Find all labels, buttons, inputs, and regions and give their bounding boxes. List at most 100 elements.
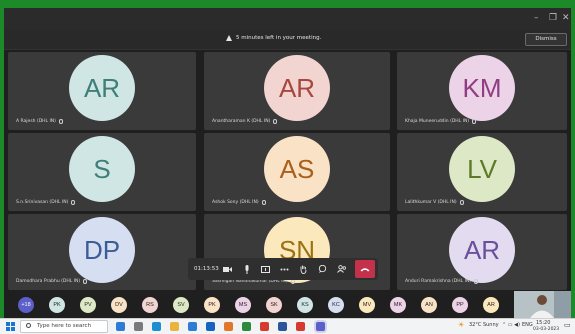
search-icon xyxy=(26,323,31,328)
participant-name: Anantharaman K (DHL IN) xyxy=(212,119,278,124)
weather-sun-icon: ☀ xyxy=(458,321,465,329)
participant-name: S.n.Srinivasan (DHL IN) xyxy=(16,200,76,205)
participant-name-label: Anantharaman K (DHL IN) xyxy=(212,119,271,124)
participant-avatar: AR xyxy=(449,217,515,283)
share-screen-icon[interactable] xyxy=(256,258,275,280)
participant-name: Ashok Sony (DHL IN) xyxy=(212,200,266,205)
minimize-icon[interactable]: – xyxy=(534,13,539,23)
participant-chip[interactable]: KC xyxy=(328,297,344,313)
edge-icon[interactable] xyxy=(152,322,161,331)
participant-chip[interactable]: RS xyxy=(142,297,158,313)
weather-text: 32°C Sunny xyxy=(469,322,499,328)
participant-name-label: Ashok Sony (DHL IN) xyxy=(212,200,259,205)
hang-up-icon xyxy=(360,267,370,271)
participant-chip[interactable]: PV xyxy=(80,297,96,313)
participant-avatar: S xyxy=(69,136,135,202)
participant-name-label: Lalithkumar V (DHL IN) xyxy=(405,200,457,205)
chrome-icon[interactable] xyxy=(260,322,269,331)
participant-avatar: KM xyxy=(449,55,515,121)
dismiss-button[interactable]: Dismiss xyxy=(525,33,567,46)
clock-date[interactable]: 03-03-2023 xyxy=(533,327,559,332)
participant-name: A Rajesh (DHL IN) xyxy=(16,119,63,124)
chat-icon[interactable] xyxy=(313,258,332,280)
participant-chip[interactable]: PP xyxy=(452,297,468,313)
participant-name: Anduri Ramakrishna (DHL IN) xyxy=(405,279,479,284)
video-grid: AR A Rajesh (DHL IN) AR Anantharaman K (DHL… xyxy=(4,51,571,291)
more-options-icon[interactable] xyxy=(275,258,294,280)
participant-chip[interactable]: MK xyxy=(390,297,406,313)
participant-tile[interactable]: S S.n.Srinivasan (DHL IN) xyxy=(8,133,196,211)
notifications-icon[interactable]: ▭ xyxy=(564,321,571,329)
mic-muted-icon xyxy=(459,200,464,205)
warning-icon xyxy=(226,35,232,41)
taskbar-search-placeholder: Type here to search xyxy=(37,323,92,329)
close-icon[interactable]: ✕ xyxy=(562,13,570,23)
participant-chip[interactable]: PK xyxy=(204,297,220,313)
banner-message: 5 minutes left in your meeting. xyxy=(226,35,321,41)
meeting-timer: 01:13:53 xyxy=(194,266,219,272)
mic-muted-icon xyxy=(71,200,76,205)
teams-icon[interactable] xyxy=(316,322,325,331)
participant-chip[interactable]: AR xyxy=(483,297,499,313)
participant-strip: +18 PK PV DV RS SV PK MS SK KS KC MV MK AN PP AR xyxy=(4,291,571,318)
participant-name-label: S.n.Srinivasan (DHL IN) xyxy=(16,200,69,205)
participant-tile[interactable]: AR Anantharaman K (DHL IN) xyxy=(204,52,390,130)
participant-name: Khaja Muneeruddin (DHL IN) xyxy=(405,119,477,124)
mic-muted-icon xyxy=(58,119,63,124)
participant-name-label: Anduri Ramakrishna (DHL IN) xyxy=(405,279,472,284)
participant-name: Damodhara Prabhu (DHL IN) xyxy=(16,279,88,284)
participant-name: Lalithkumar V (DHL IN) xyxy=(405,200,464,205)
participant-avatar: LV xyxy=(449,136,515,202)
windows-start-icon[interactable] xyxy=(6,322,15,331)
excel-icon[interactable] xyxy=(242,322,251,331)
participant-avatar: AS xyxy=(264,136,330,202)
mic-muted-icon xyxy=(83,279,88,284)
participant-tile[interactable]: AR Anduri Ramakrishna (DHL IN) xyxy=(397,214,567,290)
meeting-controls: 01:13:53 xyxy=(188,258,378,280)
cortana-icon[interactable] xyxy=(116,322,125,331)
meeting-time-banner: 5 minutes left in your meeting. Dismiss xyxy=(4,30,571,50)
camera-icon[interactable] xyxy=(218,258,237,280)
file-explorer-icon[interactable] xyxy=(170,322,179,331)
teams-meeting-window: – ❐ ✕ 5 minutes left in your meeting. Di… xyxy=(4,8,571,318)
participant-avatar: AR xyxy=(69,55,135,121)
mic-icon[interactable] xyxy=(237,258,256,280)
participant-chip[interactable]: MS xyxy=(235,297,251,313)
participant-chip[interactable]: MV xyxy=(359,297,375,313)
mic-muted-icon xyxy=(472,119,477,124)
taskbar-search-input[interactable]: Type here to search xyxy=(20,320,108,333)
app-icon-orange[interactable] xyxy=(224,322,233,331)
self-video-preview xyxy=(514,291,571,318)
word-icon[interactable] xyxy=(278,322,287,331)
leave-call-button[interactable] xyxy=(355,260,375,278)
participant-tile[interactable]: AR A Rajesh (DHL IN) xyxy=(8,52,196,130)
mic-muted-icon xyxy=(261,200,266,205)
participant-chip[interactable]: AN xyxy=(421,297,437,313)
raise-hand-icon[interactable] xyxy=(294,258,313,280)
more-participants-chip[interactable]: +18 xyxy=(18,297,34,313)
participant-tile[interactable]: AS Ashok Sony (DHL IN) xyxy=(204,133,390,211)
participant-name-label: Damodhara Prabhu (DHL IN) xyxy=(16,279,81,284)
restore-icon[interactable]: ❐ xyxy=(549,13,557,23)
participant-name-label: Khaja Muneeruddin (DHL IN) xyxy=(405,119,470,124)
title-bar: – ❐ ✕ xyxy=(4,8,571,30)
participant-tile[interactable]: DP Damodhara Prabhu (DHL IN) xyxy=(8,214,196,290)
people-icon[interactable] xyxy=(332,258,351,280)
language-indicator[interactable]: ENG xyxy=(522,322,533,328)
participant-chip[interactable]: KS xyxy=(297,297,313,313)
participant-chip[interactable]: PK xyxy=(49,297,65,313)
store-icon[interactable] xyxy=(188,322,197,331)
participant-chip[interactable]: DV xyxy=(111,297,127,313)
participant-name-label: A Rajesh (DHL IN) xyxy=(16,119,56,124)
participant-tile[interactable]: KM Khaja Muneeruddin (DHL IN) xyxy=(397,52,567,130)
chrome-profile-icon[interactable] xyxy=(296,322,305,331)
task-view-icon[interactable] xyxy=(134,322,143,331)
participant-avatar: AR xyxy=(264,55,330,121)
participant-tile[interactable]: LV Lalithkumar V (DHL IN) xyxy=(397,133,567,211)
desktop-frame: – ❐ ✕ 5 minutes left in your meeting. Di… xyxy=(0,0,575,334)
outlook-icon[interactable] xyxy=(206,322,215,331)
participant-chip[interactable]: SK xyxy=(266,297,282,313)
clock-time[interactable]: 15:20 xyxy=(536,320,550,326)
tray-icons[interactable]: ⌃ ▭ ◀) xyxy=(502,322,520,328)
participant-chip[interactable]: SV xyxy=(173,297,189,313)
